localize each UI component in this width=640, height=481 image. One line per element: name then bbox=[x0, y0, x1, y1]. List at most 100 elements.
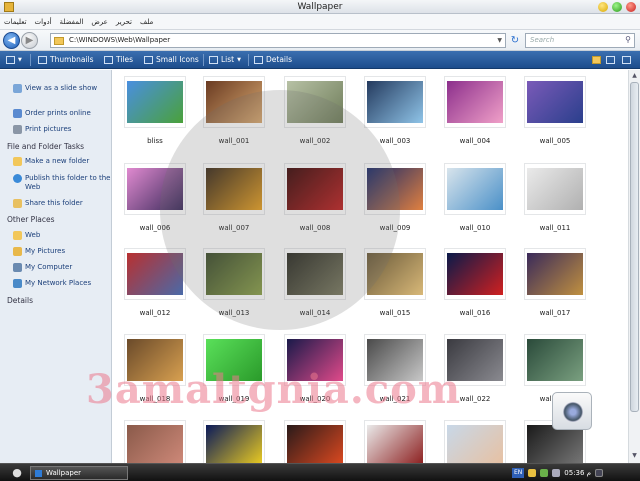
search-input[interactable]: Search ⚲ bbox=[525, 33, 635, 48]
folder-icon bbox=[54, 37, 64, 45]
file-thumbnail[interactable]: bliss bbox=[124, 76, 186, 145]
computer-icon bbox=[13, 263, 22, 272]
file-thumbnail[interactable] bbox=[124, 420, 186, 463]
file-thumbnail[interactable]: wall_011 bbox=[524, 163, 586, 232]
shield-icon[interactable] bbox=[528, 469, 537, 477]
file-folder-tasks-heading[interactable]: File and Folder Tasks bbox=[7, 142, 84, 152]
file-thumbnail[interactable]: wall_014 bbox=[284, 248, 346, 317]
thumbnail-frame bbox=[124, 248, 186, 300]
place-my-pictures[interactable]: My Pictures bbox=[13, 247, 113, 256]
menu-edit[interactable]: تحرير bbox=[116, 14, 132, 30]
menu-file[interactable]: ملف bbox=[140, 14, 153, 30]
file-thumbnail[interactable]: wall_019 bbox=[203, 334, 265, 403]
file-thumbnail[interactable]: wall_021 bbox=[364, 334, 426, 403]
camera-icon[interactable] bbox=[552, 392, 592, 430]
back-button[interactable]: ◀ bbox=[3, 32, 20, 49]
file-thumbnail[interactable]: wall_012 bbox=[124, 248, 186, 317]
volume-icon[interactable] bbox=[552, 469, 561, 477]
vertical-scrollbar[interactable]: ▲ ▼ bbox=[628, 70, 640, 463]
menu-help[interactable]: تعليمات bbox=[4, 14, 27, 30]
file-thumbnail[interactable]: wall_005 bbox=[524, 76, 586, 145]
file-thumbnail[interactable]: wall_015 bbox=[364, 248, 426, 317]
scroll-up-icon[interactable]: ▲ bbox=[629, 71, 640, 81]
folder-options-button[interactable] bbox=[592, 51, 601, 69]
list-icon bbox=[209, 56, 218, 64]
view-details-button[interactable]: Details bbox=[254, 51, 292, 69]
thumbnail-image bbox=[127, 425, 183, 463]
place-my-computer[interactable]: My Computer bbox=[13, 263, 113, 272]
menu-tools[interactable]: أدوات bbox=[35, 14, 52, 30]
thumbnail-image bbox=[127, 168, 183, 210]
other-places-heading[interactable]: Other Places bbox=[7, 215, 55, 225]
thumbnail-frame bbox=[284, 334, 346, 386]
menu-view[interactable]: عرض bbox=[91, 14, 108, 30]
task-share[interactable]: Share this folder bbox=[13, 199, 113, 208]
file-thumbnail[interactable]: wall_018 bbox=[124, 334, 186, 403]
task-print[interactable]: Print pictures bbox=[13, 125, 113, 134]
file-thumbnail[interactable]: wall_003 bbox=[364, 76, 426, 145]
file-thumbnail[interactable]: wall_006 bbox=[124, 163, 186, 232]
language-indicator[interactable]: EN bbox=[512, 468, 525, 478]
file-thumbnail[interactable]: wall_004 bbox=[444, 76, 506, 145]
scroll-down-icon[interactable]: ▼ bbox=[629, 451, 640, 461]
address-path: C:\WINDOWS\Web\Wallpaper bbox=[69, 36, 171, 44]
file-name: wall_017 bbox=[539, 309, 571, 317]
place-network[interactable]: My Network Places bbox=[13, 279, 113, 288]
file-thumbnail[interactable]: wall_008 bbox=[284, 163, 346, 232]
file-thumbnail[interactable]: wall_016 bbox=[444, 248, 506, 317]
thumbnail-frame bbox=[524, 163, 586, 215]
view-small-icons-button[interactable]: Small Icons bbox=[144, 51, 199, 69]
maximize-button[interactable] bbox=[612, 2, 622, 12]
view-thumbnails-button[interactable]: Thumbnails bbox=[38, 51, 94, 69]
start-button[interactable]: ● bbox=[10, 466, 24, 480]
file-thumbnail[interactable]: wall_009 bbox=[364, 163, 426, 232]
show-desktop-icon[interactable] bbox=[595, 469, 604, 477]
title-bar[interactable]: Wallpaper bbox=[0, 0, 640, 14]
file-name: wall_018 bbox=[139, 395, 171, 403]
file-thumbnail[interactable]: wall_023 bbox=[524, 334, 586, 403]
file-thumbnail[interactable]: wall_017 bbox=[524, 248, 586, 317]
thumbnail-frame bbox=[124, 420, 186, 463]
thumbnail-image bbox=[527, 425, 583, 463]
file-thumbnail[interactable]: wall_022 bbox=[444, 334, 506, 403]
address-field[interactable]: C:\WINDOWS\Web\Wallpaper ▼ bbox=[50, 33, 506, 48]
file-thumbnail[interactable]: wall_020 bbox=[284, 334, 346, 403]
refresh-icon[interactable]: ↻ bbox=[509, 35, 521, 47]
scrollbar-thumb[interactable] bbox=[630, 82, 639, 412]
task-new-folder[interactable]: Make a new folder bbox=[13, 157, 113, 166]
thumbnail-image bbox=[287, 81, 343, 123]
task-publish-web[interactable]: Publish this folder to the Web bbox=[13, 174, 113, 192]
chevron-down-icon[interactable]: ▼ bbox=[497, 34, 502, 47]
minimize-button[interactable] bbox=[598, 2, 608, 12]
forward-button[interactable]: ▶ bbox=[21, 32, 38, 49]
file-thumbnail[interactable] bbox=[203, 420, 265, 463]
file-thumbnail[interactable]: wall_010 bbox=[444, 163, 506, 232]
view-list-button[interactable]: List ▼ bbox=[209, 51, 241, 69]
more-options-button[interactable] bbox=[622, 51, 631, 69]
file-thumbnail[interactable] bbox=[364, 420, 426, 463]
file-thumbnail[interactable]: wall_002 bbox=[284, 76, 346, 145]
place-web[interactable]: Web bbox=[13, 231, 113, 240]
file-thumbnail[interactable]: wall_007 bbox=[203, 163, 265, 232]
toolbar-separator bbox=[30, 54, 31, 66]
file-thumbnail[interactable] bbox=[444, 420, 506, 463]
preview-button[interactable] bbox=[606, 51, 615, 69]
thumbnail-frame bbox=[364, 163, 426, 215]
file-thumbnail[interactable]: wall_001 bbox=[203, 76, 265, 145]
file-thumbnail[interactable] bbox=[284, 420, 346, 463]
task-slideshow[interactable]: View as a slide show bbox=[13, 84, 113, 93]
view-tiles-button[interactable]: Tiles bbox=[104, 51, 133, 69]
menu-favorites[interactable]: المفضلة bbox=[60, 14, 84, 30]
close-button[interactable] bbox=[626, 2, 636, 12]
network-tray-icon[interactable] bbox=[540, 469, 549, 477]
task-order-prints[interactable]: Order prints online bbox=[13, 109, 113, 118]
back-arrow-icon: ◀ bbox=[7, 35, 16, 46]
chevron-down-icon: ▼ bbox=[237, 57, 241, 63]
views-menu-button[interactable]: ▼ bbox=[6, 51, 22, 69]
file-thumbnail[interactable]: wall_013 bbox=[203, 248, 265, 317]
search-icon[interactable]: ⚲ bbox=[625, 35, 631, 44]
clock[interactable]: 05:36 م bbox=[564, 469, 591, 477]
details-heading[interactable]: Details bbox=[7, 296, 33, 306]
camera-lens bbox=[563, 402, 583, 422]
taskbar-wallpaper-button[interactable]: Wallpaper bbox=[30, 466, 128, 480]
